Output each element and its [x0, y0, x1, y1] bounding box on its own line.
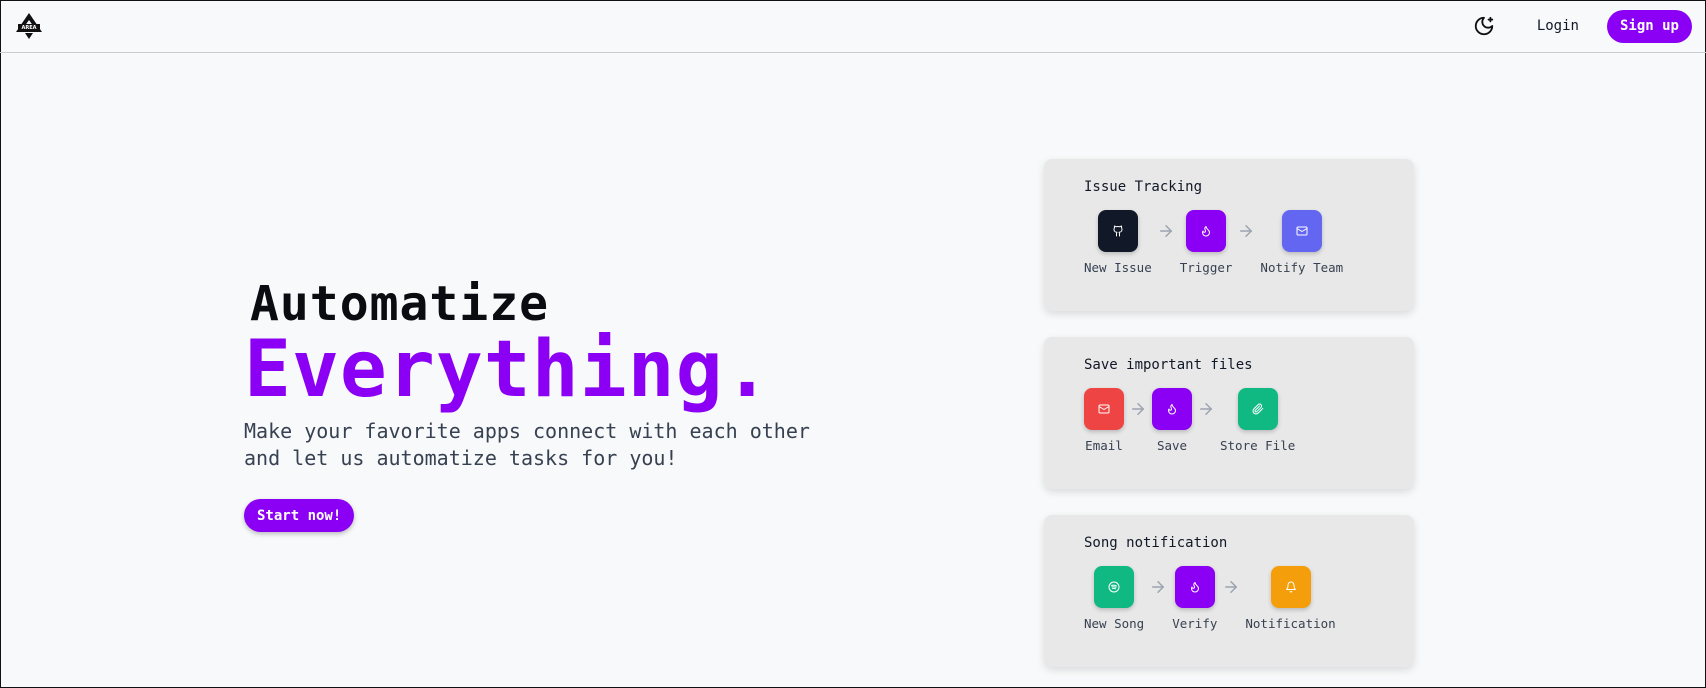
step-label: Trigger	[1179, 260, 1233, 275]
logo-text: AREA	[21, 25, 36, 31]
moon-icon[interactable]	[1471, 13, 1497, 39]
arrow-right-icon	[1144, 566, 1172, 608]
app-logo[interactable]: AREA	[14, 11, 44, 41]
login-button[interactable]: Login	[1525, 12, 1591, 40]
workflow-step[interactable]: Notification	[1245, 566, 1336, 631]
flame-icon	[1152, 388, 1192, 430]
workflow-step[interactable]: Email	[1084, 388, 1124, 453]
arrow-right-icon	[1192, 388, 1220, 430]
workflow-step[interactable]: New Issue	[1084, 210, 1152, 275]
bell-icon	[1270, 566, 1311, 608]
workflow-step[interactable]: Save	[1152, 388, 1192, 453]
card-title: Issue Tracking	[1084, 179, 1203, 195]
step-label: Notification	[1245, 616, 1336, 631]
workflow-step[interactable]: Trigger	[1179, 210, 1233, 275]
hero-section: Automatize Everything. Make your favorit…	[244, 276, 864, 532]
step-label: New Song	[1084, 616, 1145, 631]
workflow-card[interactable]: Issue Tracking New Issue Trigger Notify …	[1044, 159, 1414, 311]
step-label: Notify Team	[1260, 260, 1344, 275]
arrow-right-icon	[1217, 566, 1245, 608]
workflow-step[interactable]: Notify Team	[1260, 210, 1343, 275]
card-title: Save important files	[1084, 357, 1253, 373]
hero-title-line2: Everything.	[244, 325, 772, 415]
arrow-right-icon	[1124, 388, 1152, 430]
start-now-button[interactable]: Start now!	[244, 499, 355, 532]
workflow-cards: Issue Tracking New Issue Trigger Notify …	[1044, 159, 1414, 688]
flame-icon	[1174, 566, 1215, 608]
workflow-card[interactable]: Save important files Email Save Store Fi…	[1044, 337, 1414, 489]
card-title: Song notification	[1084, 535, 1228, 551]
arrow-right-icon	[1232, 210, 1260, 252]
workflow-step[interactable]: Store File	[1220, 388, 1295, 453]
spotify-icon	[1094, 566, 1135, 608]
mail-icon	[1281, 210, 1322, 252]
workflow-card[interactable]: Song notification New Song Verify Notifi…	[1044, 515, 1414, 667]
top-nav: AREA Login Sign up	[0, 0, 1706, 53]
flame-icon	[1186, 210, 1227, 252]
arrow-right-icon	[1152, 210, 1180, 252]
mail-icon	[1084, 388, 1124, 430]
workflow-flow: Email Save Store File	[1084, 388, 1295, 453]
step-label: Save	[1156, 438, 1188, 453]
hero-subtitle: Make your favorite apps connect with eac…	[244, 419, 810, 470]
step-label: New Issue	[1084, 260, 1152, 275]
step-label: Verify	[1172, 616, 1218, 631]
github-icon	[1097, 210, 1138, 252]
signup-button[interactable]: Sign up	[1606, 9, 1692, 43]
paperclip-icon	[1237, 388, 1278, 430]
workflow-flow: New Issue Trigger Notify Team	[1084, 210, 1343, 275]
hero-title-line1: Automatize	[250, 276, 549, 332]
step-label: Email	[1085, 438, 1123, 453]
workflow-step[interactable]: New Song	[1084, 566, 1144, 631]
workflow-step[interactable]: Verify	[1172, 566, 1217, 631]
workflow-flow: New Song Verify Notification	[1084, 566, 1336, 631]
step-label: Store File	[1220, 438, 1296, 453]
